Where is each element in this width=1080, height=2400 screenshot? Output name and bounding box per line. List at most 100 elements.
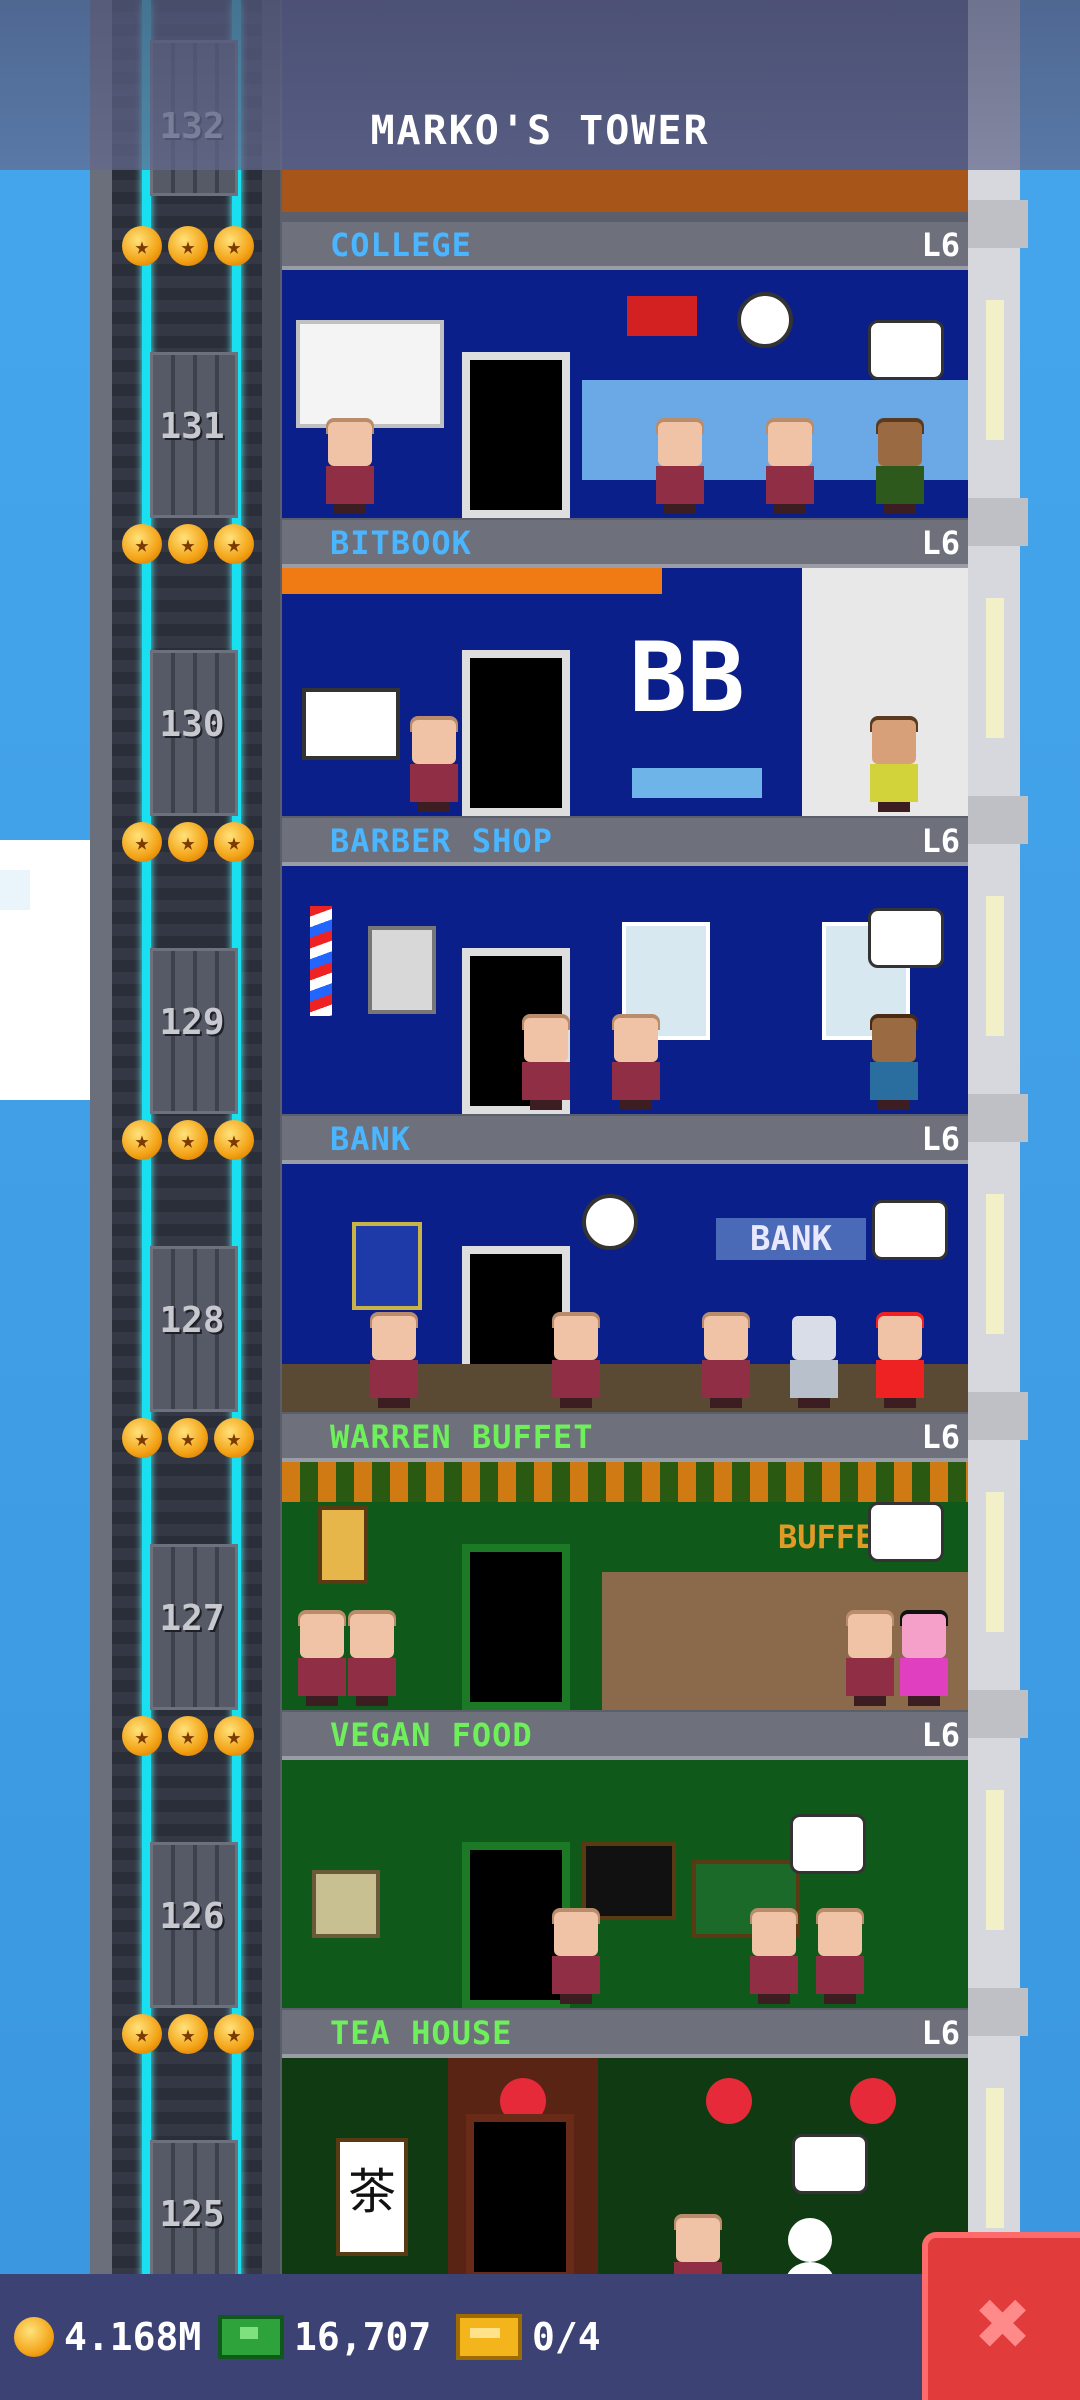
bitizen[interactable] [322, 418, 378, 514]
star-icon: ★ [214, 226, 254, 266]
bux-value: 16,707 [294, 2315, 432, 2359]
floor-barber-shop[interactable]: BARBER SHOP L6 [282, 818, 968, 1116]
tower-ledge [968, 200, 1028, 248]
bitizen[interactable] [294, 1610, 350, 1706]
star-icon: ★ [122, 1418, 162, 1458]
close-button[interactable]: ✖ [922, 2232, 1080, 2400]
star-icon: ★ [122, 1716, 162, 1756]
tower-title[interactable]: MARKO'S TOWER [0, 108, 1080, 154]
floor-college[interactable]: COLLEGE L6 [282, 222, 968, 520]
floor-name: BITBOOK [330, 524, 472, 562]
star-icon: ★ [122, 1120, 162, 1160]
robot-bitizen[interactable] [786, 1316, 842, 1408]
floor-room: BUFFET [282, 1462, 968, 1710]
tower-ledge [968, 498, 1028, 546]
bitizen[interactable] [842, 1610, 898, 1706]
star-icon: ★ [168, 1716, 208, 1756]
whiteboard [296, 320, 444, 428]
lantern [850, 2078, 896, 2124]
floor-name: WARREN BUFFET [330, 1418, 594, 1456]
bitizen[interactable] [518, 1014, 574, 1110]
star-icon: ★ [168, 2014, 208, 2054]
star-icon: ★ [214, 1120, 254, 1160]
resource-bar: 4.168M 16,707 0/4 [0, 2274, 930, 2400]
tower-ledge [968, 1094, 1028, 1142]
tickets-value: 0/4 [532, 2315, 601, 2359]
floor-stars: ★ ★ ★ [122, 2014, 254, 2058]
star-icon: ★ [168, 226, 208, 266]
floor-name: BANK [330, 1120, 412, 1158]
close-icon: ✖ [976, 2270, 1032, 2377]
floor-number: 130 [159, 704, 225, 745]
speech-bubble[interactable] [790, 1814, 866, 1874]
star-icon: ★ [168, 524, 208, 564]
bitizen[interactable] [366, 1312, 422, 1408]
floor-vegan-food[interactable]: VEGAN FOOD L6 [282, 1712, 968, 2010]
room-door [462, 352, 570, 518]
floor-label-bar: VEGAN FOOD L6 [282, 1712, 968, 1760]
floor-bank[interactable]: BANK L6 BANK [282, 1116, 968, 1414]
floor-label-bar: TEA HOUSE L6 [282, 2010, 968, 2058]
tickets-counter[interactable]: 0/4 [456, 2274, 601, 2400]
floor-number: 131 [159, 406, 225, 447]
bitizen[interactable] [812, 1908, 868, 2004]
tower-ledge [968, 1988, 1028, 2036]
speech-bubble[interactable] [792, 2134, 868, 2194]
bitizen[interactable] [406, 716, 462, 812]
speech-bubble[interactable] [872, 1200, 948, 1260]
bitizen-vip[interactable] [866, 1014, 922, 1110]
pennant [627, 296, 697, 336]
floor-name: COLLEGE [330, 226, 472, 264]
bitizen[interactable] [746, 1908, 802, 2004]
floor-name: VEGAN FOOD [330, 1716, 533, 1754]
floor-stars: ★ ★ ★ [122, 226, 254, 270]
floor-stars: ★ ★ ★ [122, 1716, 254, 1760]
bitizen-vip[interactable] [896, 1610, 952, 1706]
bitizen-vip[interactable] [872, 1312, 928, 1408]
coin-icon [14, 2317, 54, 2357]
floor-warren-buffet[interactable]: WARREN BUFFET L6 BUFFET [282, 1414, 968, 1712]
floor-label-bar: BANK L6 [282, 1116, 968, 1164]
speech-bubble[interactable] [868, 1502, 944, 1562]
bitizen[interactable] [698, 1312, 754, 1408]
tower-ledge [968, 1392, 1028, 1440]
clock-icon [582, 1194, 638, 1250]
coins-counter[interactable]: 4.168M [14, 2274, 201, 2400]
star-icon: ★ [214, 1716, 254, 1756]
bitizen-vip[interactable] [866, 716, 922, 812]
floor-stars: ★ ★ ★ [122, 524, 254, 568]
bitizen[interactable] [670, 2214, 726, 2280]
coins-value: 4.168M [64, 2315, 202, 2359]
bux-counter[interactable]: 16,707 [218, 2274, 431, 2400]
bitizen[interactable] [608, 1014, 664, 1110]
floor-label-bar: WARREN BUFFET L6 [282, 1414, 968, 1462]
elevator-shaft-edge-left [90, 0, 112, 2280]
speech-bubble[interactable] [868, 908, 944, 968]
computer-monitor [302, 688, 400, 760]
floor-room: BANK [282, 1164, 968, 1412]
bitizen[interactable] [548, 1908, 604, 2004]
floor-name: TEA HOUSE [330, 2014, 513, 2052]
snowman-bitizen[interactable] [782, 2218, 838, 2280]
floor-stars: ★ ★ ★ [122, 1418, 254, 1462]
picture-frame [312, 1870, 380, 1938]
bitizen[interactable] [344, 1610, 400, 1706]
bitizen[interactable] [548, 1312, 604, 1408]
floor-level: L6 [921, 2014, 960, 2052]
bitizen-vip[interactable] [872, 418, 928, 514]
floor-bitbook[interactable]: BITBOOK L6 BB [282, 520, 968, 818]
room-door [462, 1544, 570, 1710]
bitizen[interactable] [762, 418, 818, 514]
lantern [706, 2078, 752, 2124]
floor-level: L6 [921, 1418, 960, 1456]
star-icon: ★ [168, 822, 208, 862]
floor-tea-house[interactable]: TEA HOUSE L6 茶 [282, 2010, 968, 2280]
star-icon: ★ [214, 2014, 254, 2054]
lantern [318, 1506, 368, 1584]
floor-number: 128 [159, 1300, 225, 1341]
bitizen[interactable] [652, 418, 708, 514]
star-icon: ★ [168, 1418, 208, 1458]
floor-level: L6 [921, 1716, 960, 1754]
tea-scroll: 茶 [336, 2138, 408, 2256]
speech-bubble[interactable] [868, 320, 944, 380]
